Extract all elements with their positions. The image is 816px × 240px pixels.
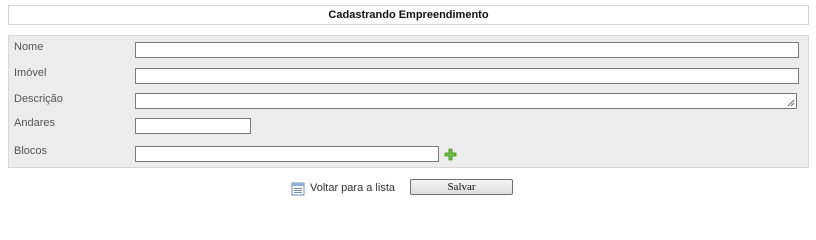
- andares-input[interactable]: [135, 118, 251, 134]
- imovel-label: Imóvel: [14, 67, 47, 79]
- blocos-label: Blocos: [14, 145, 48, 157]
- page-title-text: Cadastrando Empreendimento: [328, 9, 489, 21]
- resize-grip-icon[interactable]: [787, 99, 794, 106]
- back-to-list-label: Voltar para a lista: [310, 182, 395, 194]
- blocos-input[interactable]: [135, 146, 439, 162]
- list-icon: [291, 182, 305, 196]
- imovel-input[interactable]: [135, 68, 799, 84]
- andares-label: Andares: [14, 117, 55, 129]
- page-title: Cadastrando Empreendimento: [8, 5, 809, 25]
- save-button[interactable]: Salvar: [410, 179, 513, 195]
- footer-actions: Voltar para a lista Salvar: [0, 178, 816, 198]
- form-panel: Nome Imóvel Descrição Andares Blocos: [8, 35, 809, 168]
- descricao-textarea[interactable]: [135, 93, 797, 109]
- plus-icon[interactable]: [444, 148, 457, 161]
- descricao-label: Descrição: [14, 93, 63, 105]
- back-to-list-link[interactable]: Voltar para a lista: [291, 180, 395, 196]
- nome-label: Nome: [14, 41, 44, 53]
- page: Cadastrando Empreendimento Nome Imóvel D…: [0, 0, 816, 200]
- nome-input[interactable]: [135, 42, 799, 58]
